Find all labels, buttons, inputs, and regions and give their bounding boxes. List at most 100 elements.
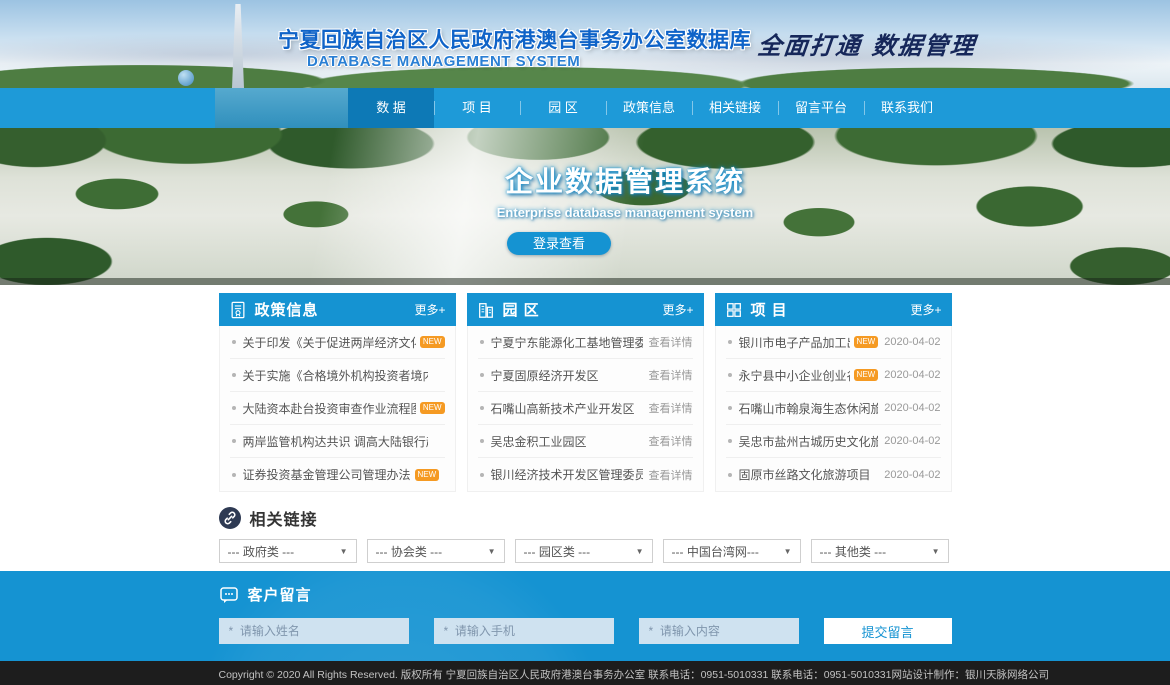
park-list-item[interactable]: 银川经济技术开发区管理委员会 查看详情 [478,458,693,491]
document-icon [229,301,247,319]
message-header: 客户留言 [219,584,952,605]
hero-content: 企业数据管理系统 Enterprise database management … [415,160,835,255]
nav-item-park[interactable]: 园 区 [520,88,606,128]
project-item-text: 银川市电子产品加工出口项目 [739,334,850,351]
new-badge: NEW [854,336,879,348]
chat-bubble-icon [219,585,239,605]
phone-input[interactable] [434,618,614,644]
policy-list-item[interactable]: 两岸监管机构达共识 调高大陆银行赴台参股比... [230,425,445,458]
project-panel: 项 目 更多+ 银川市电子产品加工出口项目 NEW 2020-04-02 永宁县… [715,293,952,492]
park-item-text: 宁夏固原经济开发区 [491,367,599,384]
nav-item-policy[interactable]: 政策信息 [606,88,692,128]
policy-panel: 政策信息 更多+ 关于印发《关于促进两岸经济文化交流合作... NEW 关于实施… [219,293,456,492]
dropdown-park[interactable]: --- 园区类 --- ▼ [515,539,653,563]
bullet-icon [232,439,236,443]
policy-item-text: 关于实施《合格境外机构投资者境内证券投资... [243,367,428,384]
park-list-item[interactable]: 宁夏宁东能源化工基地管理委员会 查看详情 [478,326,693,359]
policy-list-item[interactable]: 证券投资基金管理公司管理办法 NEW [230,458,445,491]
policy-item-text: 关于印发《关于促进两岸经济文化交流合作... [243,334,416,351]
bullet-icon [480,473,484,477]
nav-item-message[interactable]: 留言平台 [778,88,864,128]
sphere-decoration [178,70,194,86]
park-list-item[interactable]: 石嘴山高新技术产业开发区 查看详情 [478,392,693,425]
message-form: 提交留言 [219,618,952,644]
project-item-date: 2020-04-02 [884,435,940,447]
policy-item-text: 两岸监管机构达共识 调高大陆银行赴台参股比... [243,433,428,450]
park-item-text: 石嘴山高新技术产业开发区 [491,400,635,417]
site-title: 宁夏回族自治区人民政府港澳台事务办公室数据库 [278,24,751,54]
nav-item-project[interactable]: 项 目 [434,88,520,128]
bullet-icon [728,473,732,477]
project-item-text: 石嘴山市翰泉海生态休闲旅游区项目 [739,400,879,417]
bullet-icon [728,340,732,344]
project-item-text: 吴忠市盐州古城历史文化旅游区项目 [739,433,879,450]
chevron-down-icon: ▼ [488,547,496,556]
view-detail-link[interactable]: 查看详情 [649,400,693,416]
view-detail-link[interactable]: 查看详情 [649,367,693,383]
new-badge: NEW [854,369,879,381]
related-links-header: 相关链接 [219,506,952,530]
view-detail-link[interactable]: 查看详情 [649,467,693,483]
footer: Copyright © 2020 All Rights Reserved. 版权… [0,661,1170,685]
project-item-date: 2020-04-02 [884,402,940,414]
designer-credit: 网站设计制作：银川天脉网络公司 [891,667,1049,682]
login-view-button[interactable]: 登录查看 [507,232,611,255]
park-list: 宁夏宁东能源化工基地管理委员会 查看详情 宁夏固原经济开发区 查看详情 石嘴山高… [467,326,704,492]
view-detail-link[interactable]: 查看详情 [649,334,693,350]
dropdown-association[interactable]: --- 协会类 --- ▼ [367,539,505,563]
park-item-text: 宁夏宁东能源化工基地管理委员会 [491,334,643,351]
project-item-date: 2020-04-02 [884,369,940,381]
project-list-item[interactable]: 石嘴山市翰泉海生态休闲旅游区项目 2020-04-02 [726,392,941,425]
hero-subtitle: Enterprise database management system [415,205,835,220]
nav-item-contact[interactable]: 联系我们 [864,88,950,128]
bullet-icon [728,406,732,410]
submit-message-button[interactable]: 提交留言 [824,618,952,644]
policy-more-link[interactable]: 更多+ [414,301,445,318]
project-item-date: 2020-04-02 [884,469,940,481]
policy-list-item[interactable]: 关于实施《合格境外机构投资者境内证券投资... [230,359,445,392]
park-list-item[interactable]: 宁夏固原经济开发区 查看详情 [478,359,693,392]
park-item-text: 银川经济技术开发区管理委员会 [491,466,643,483]
site-subtitle: DATABASE MANAGEMENT SYSTEM [307,53,580,70]
name-input[interactable] [219,618,409,644]
copyright-text: Copyright © 2020 All Rights Reserved. 版权… [219,667,892,682]
link-dropdowns: --- 政府类 --- ▼ --- 协会类 --- ▼ --- 园区类 --- … [219,539,952,563]
related-links-section: 相关链接 --- 政府类 --- ▼ --- 协会类 --- ▼ --- 园区类… [219,492,952,563]
customer-message-section: 客户留言 提交留言 [0,571,1170,661]
project-item-text: 永宁县中小企业创业谷项目 [739,367,850,384]
bullet-icon [480,373,484,377]
park-more-link[interactable]: 更多+ [662,301,693,318]
bullet-icon [232,373,236,377]
dropdown-other[interactable]: --- 其他类 --- ▼ [811,539,949,563]
park-panel: 园 区 更多+ 宁夏宁东能源化工基地管理委员会 查看详情 宁夏固原经济开发区 查… [467,293,704,492]
nav-item-links[interactable]: 相关链接 [692,88,778,128]
project-list-item[interactable]: 银川市电子产品加工出口项目 NEW 2020-04-02 [726,326,941,359]
project-list-item[interactable]: 永宁县中小企业创业谷项目 NEW 2020-04-02 [726,359,941,392]
project-list-item[interactable]: 固原市丝路文化旅游项目 2020-04-02 [726,458,941,491]
dropdown-taiwan[interactable]: --- 中国台湾网--- ▼ [663,539,801,563]
bullet-icon [232,340,236,344]
park-panel-header: 园 区 更多+ [467,293,704,326]
policy-list-item[interactable]: 大陆资本赴台投资审查作业流程图 NEW [230,392,445,425]
park-list-item[interactable]: 吴忠金积工业园区 查看详情 [478,425,693,458]
nav-item-data[interactable]: 数 据 [348,88,434,128]
bullet-icon [728,373,732,377]
project-list-item[interactable]: 吴忠市盐州古城历史文化旅游区项目 2020-04-02 [726,425,941,458]
monument-decoration [232,4,244,88]
dropdown-government[interactable]: --- 政府类 --- ▼ [219,539,357,563]
policy-panel-header: 政策信息 更多+ [219,293,456,326]
message-title: 客户留言 [248,584,312,605]
boards-section: 政策信息 更多+ 关于印发《关于促进两岸经济文化交流合作... NEW 关于实施… [219,285,952,492]
project-more-link[interactable]: 更多+ [910,301,941,318]
policy-item-text: 大陆资本赴台投资审查作业流程图 [243,400,416,417]
view-detail-link[interactable]: 查看详情 [649,433,693,449]
link-icon [219,507,241,529]
park-item-text: 吴忠金积工业园区 [491,433,587,450]
policy-list-item[interactable]: 关于印发《关于促进两岸经济文化交流合作... NEW [230,326,445,359]
header-banner: 宁夏回族自治区人民政府港澳台事务办公室数据库 DATABASE MANAGEME… [0,0,1170,88]
chevron-down-icon: ▼ [932,547,940,556]
content-input[interactable] [639,618,799,644]
chevron-down-icon: ▼ [636,547,644,556]
bullet-icon [232,473,236,477]
site-slogan: 全面打通 数据管理 [756,26,980,61]
